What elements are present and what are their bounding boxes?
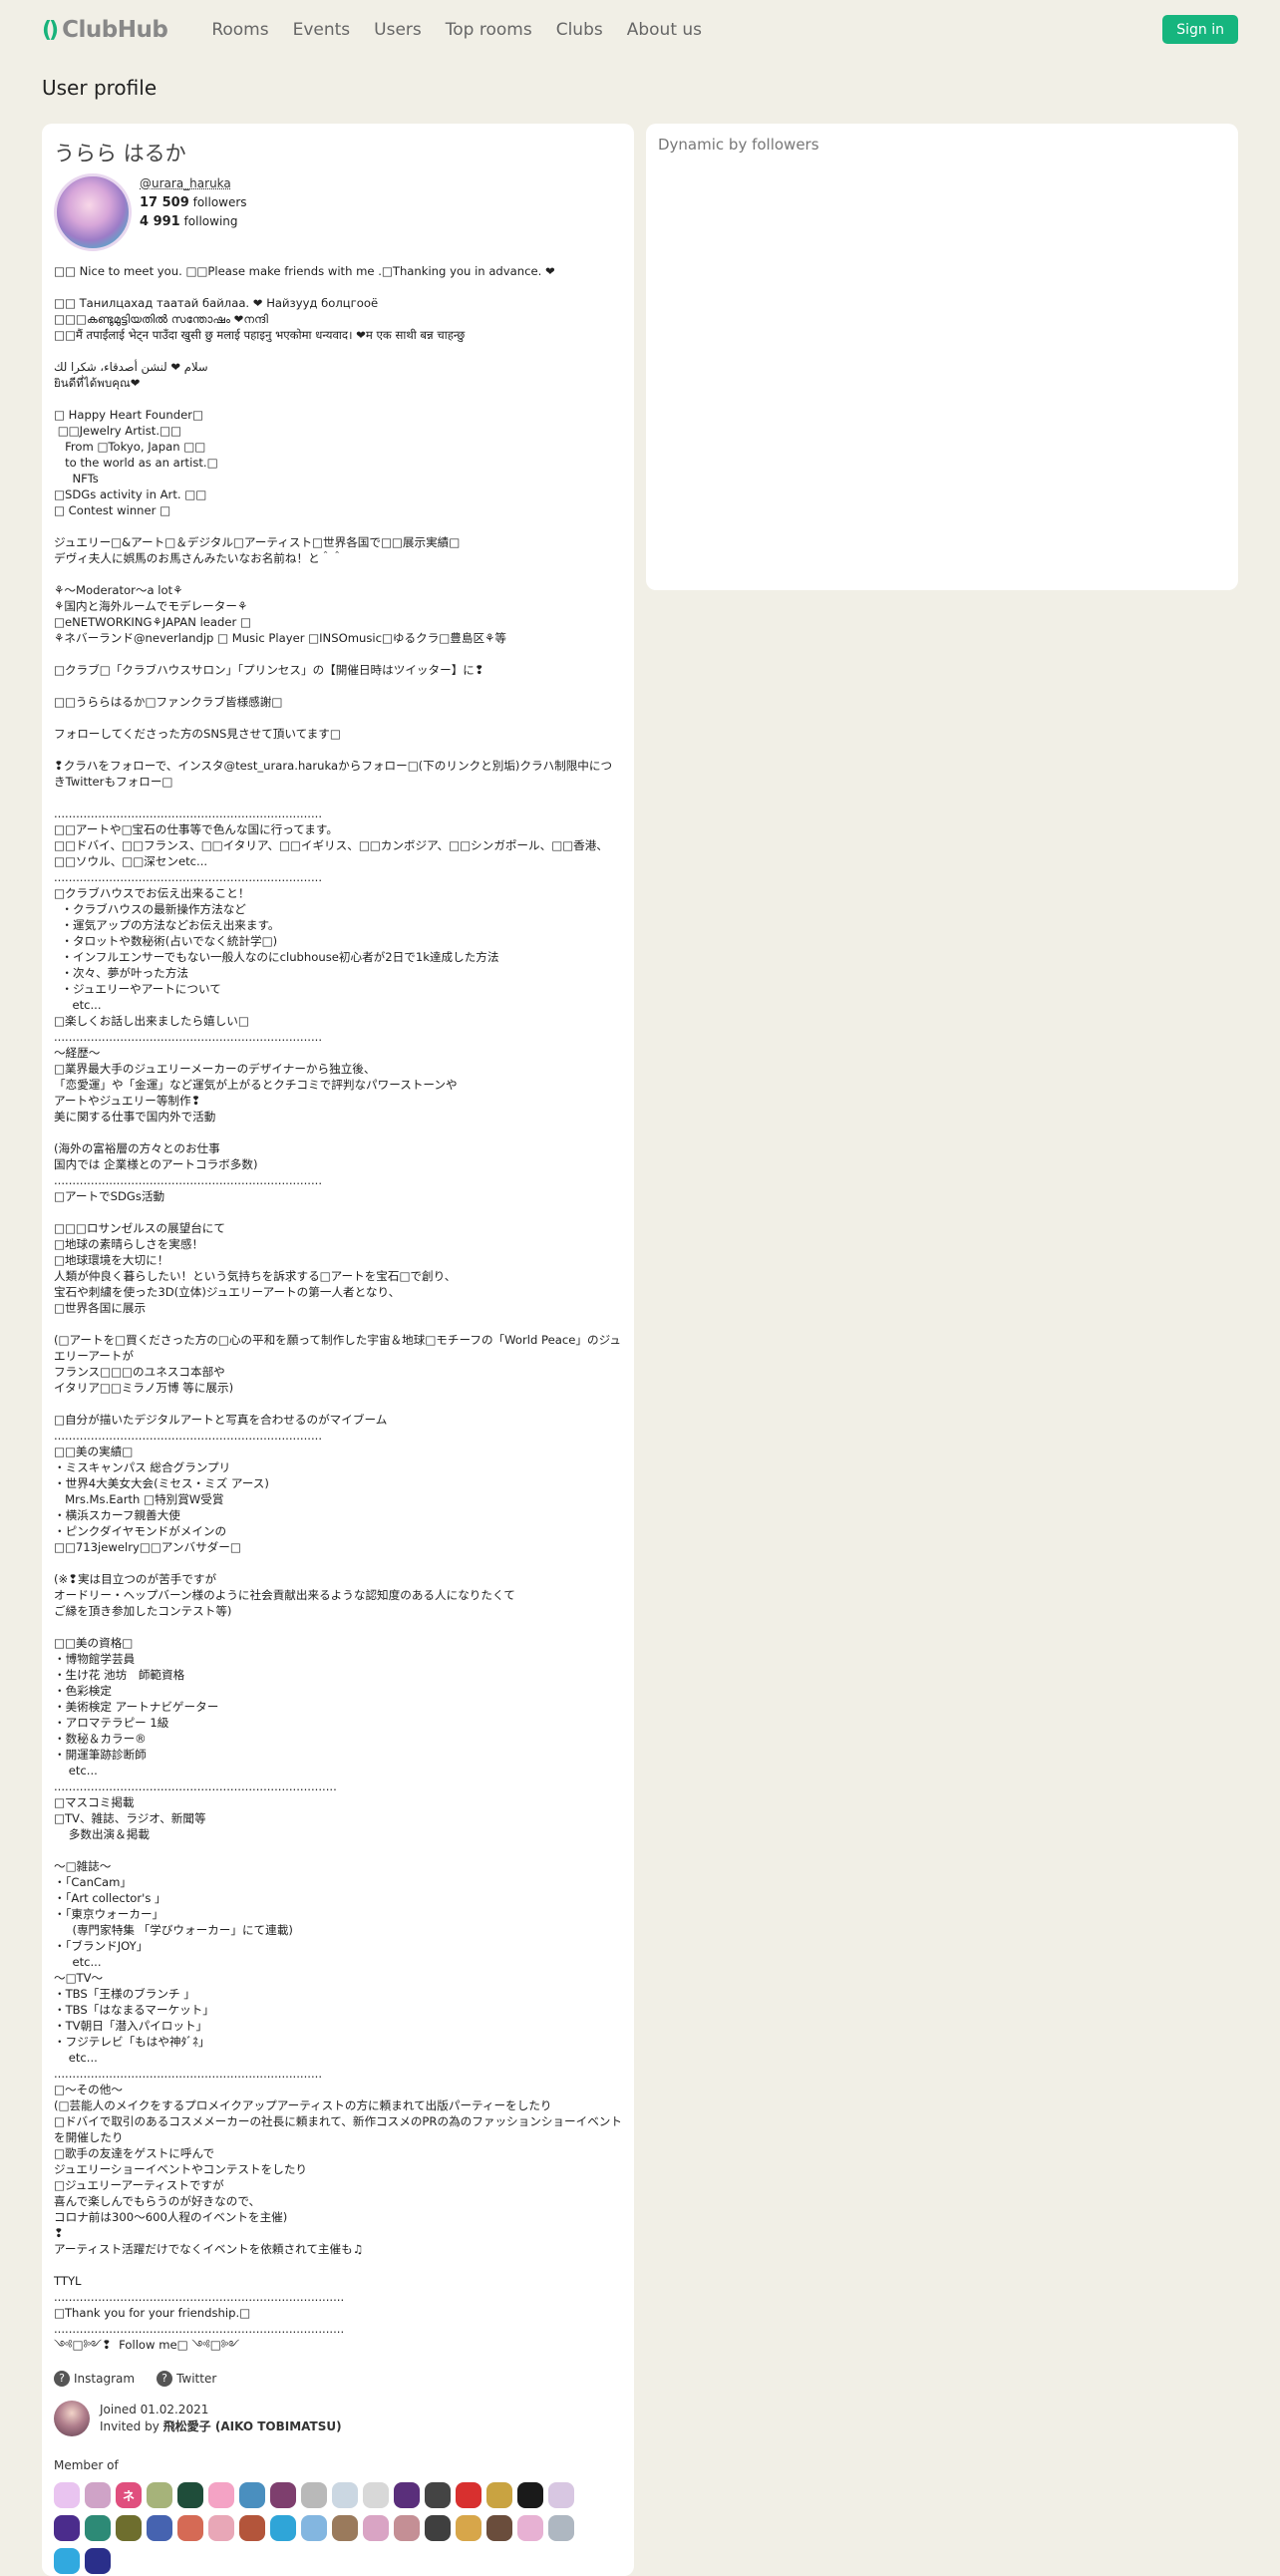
- logo-icon: (): [42, 17, 59, 43]
- club-icon[interactable]: [85, 2548, 111, 2574]
- page-title: User profile: [42, 76, 158, 100]
- twitter-link[interactable]: ? Twitter: [157, 2371, 216, 2387]
- club-icon[interactable]: [456, 2515, 481, 2541]
- club-icon[interactable]: [54, 2548, 80, 2574]
- nav-link-clubs[interactable]: Clubs: [556, 20, 603, 40]
- following-count[interactable]: 4 991 following: [140, 212, 247, 231]
- club-icon[interactable]: [116, 2515, 142, 2541]
- instagram-link[interactable]: ? Instagram: [54, 2371, 135, 2387]
- club-icon[interactable]: [332, 2482, 358, 2508]
- club-icon[interactable]: [239, 2515, 265, 2541]
- club-icon[interactable]: [548, 2482, 574, 2508]
- question-icon: ?: [157, 2371, 173, 2387]
- club-icon[interactable]: [147, 2515, 172, 2541]
- club-icon[interactable]: [486, 2482, 512, 2508]
- inviter-name-link[interactable]: 飛松愛子 (AIKO TOBIMATSU): [163, 2419, 342, 2433]
- joined-section: Joined 01.02.2021 Invited by 飛松愛子 (AIKO …: [54, 2401, 622, 2436]
- club-icon[interactable]: [239, 2482, 265, 2508]
- nav-link-top-rooms[interactable]: Top rooms: [446, 20, 532, 40]
- social-links: ? Instagram ? Twitter: [54, 2371, 622, 2387]
- club-icon[interactable]: [208, 2515, 234, 2541]
- club-icon[interactable]: [208, 2482, 234, 2508]
- club-icon[interactable]: [486, 2515, 512, 2541]
- dynamic-title: Dynamic by followers: [658, 136, 819, 154]
- club-icon[interactable]: [85, 2482, 111, 2508]
- profile-stats: @urara_haruka 17 509 followers 4 991 fol…: [140, 173, 247, 251]
- club-icon[interactable]: [394, 2482, 420, 2508]
- profile-bio: □□ Nice to meet you. □□Please make frien…: [54, 264, 622, 2352]
- club-icon[interactable]: [270, 2482, 296, 2508]
- profile-name: うらら はるか: [54, 142, 186, 165]
- club-icon[interactable]: [425, 2482, 451, 2508]
- logo[interactable]: () ClubHub: [42, 17, 168, 43]
- nav-link-users[interactable]: Users: [374, 20, 422, 40]
- nav-links: Rooms Events Users Top rooms Clubs About…: [211, 20, 702, 40]
- club-icon[interactable]: [456, 2482, 481, 2508]
- twitter-label: Twitter: [176, 2372, 217, 2386]
- profile-card: うらら はるか @urara_haruka 17 509 followers 4…: [42, 124, 634, 2576]
- instagram-label: Instagram: [74, 2372, 136, 2386]
- club-icon[interactable]: [548, 2515, 574, 2541]
- club-icon[interactable]: [517, 2515, 543, 2541]
- followers-number: 17 509: [140, 195, 189, 210]
- username-link[interactable]: @urara_haruka: [140, 176, 231, 190]
- club-icon[interactable]: [301, 2482, 327, 2508]
- club-icon[interactable]: [177, 2515, 203, 2541]
- club-icon[interactable]: [54, 2515, 80, 2541]
- dynamic-card: Dynamic by followers: [646, 124, 1238, 590]
- club-icon[interactable]: [301, 2515, 327, 2541]
- sign-in-button[interactable]: Sign in: [1162, 15, 1238, 44]
- club-icon[interactable]: [517, 2482, 543, 2508]
- avatar: [54, 173, 132, 251]
- invited-by-prefix: Invited by: [100, 2419, 160, 2433]
- club-icon[interactable]: [270, 2515, 296, 2541]
- club-list: ネ: [54, 2482, 592, 2574]
- club-icon[interactable]: [425, 2515, 451, 2541]
- nav-link-events[interactable]: Events: [293, 20, 351, 40]
- club-icon[interactable]: [332, 2515, 358, 2541]
- top-navbar: () ClubHub Rooms Events Users Top rooms …: [0, 0, 1280, 60]
- logo-text: ClubHub: [62, 17, 168, 43]
- following-label: following: [183, 214, 238, 228]
- club-icon[interactable]: [363, 2482, 389, 2508]
- followers-label: followers: [192, 195, 247, 209]
- club-icon[interactable]: [85, 2515, 111, 2541]
- followers-count[interactable]: 17 509 followers: [140, 193, 247, 212]
- club-icon[interactable]: [54, 2482, 80, 2508]
- invited-by: Invited by 飛松愛子 (AIKO TOBIMATSU): [100, 2418, 342, 2435]
- nav-link-about-us[interactable]: About us: [627, 20, 702, 40]
- profile-header: @urara_haruka 17 509 followers 4 991 fol…: [54, 173, 622, 251]
- club-icon[interactable]: ネ: [116, 2482, 142, 2508]
- question-icon: ?: [54, 2371, 70, 2387]
- joined-date: Joined 01.02.2021: [100, 2403, 209, 2416]
- club-icon[interactable]: [177, 2482, 203, 2508]
- club-icon[interactable]: [394, 2515, 420, 2541]
- following-number: 4 991: [140, 214, 180, 229]
- joined-text-block: Joined 01.02.2021 Invited by 飛松愛子 (AIKO …: [100, 2402, 342, 2435]
- club-icon[interactable]: [147, 2482, 172, 2508]
- member-of-label: Member of: [54, 2458, 119, 2472]
- inviter-avatar[interactable]: [54, 2401, 90, 2436]
- nav-link-rooms[interactable]: Rooms: [211, 20, 268, 40]
- club-icon[interactable]: [363, 2515, 389, 2541]
